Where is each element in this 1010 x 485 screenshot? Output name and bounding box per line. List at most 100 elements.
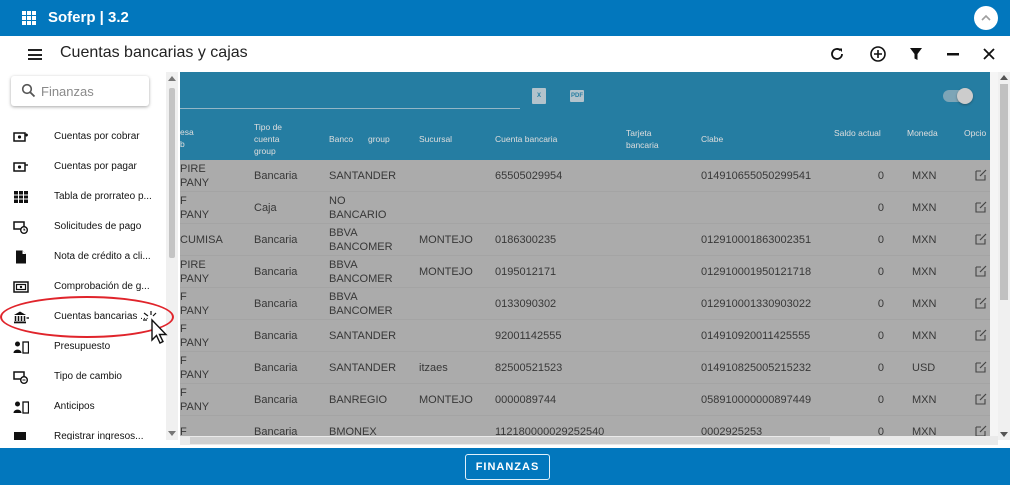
edit-icon[interactable] — [975, 233, 987, 245]
cell-cuenta: 65505029954 — [495, 170, 563, 182]
edit-icon[interactable] — [975, 265, 987, 277]
cell-clabe: 014910920011425555 — [701, 330, 811, 342]
cell-moneda: MXN — [912, 234, 937, 246]
cell-clabe: 012910001330903022 — [701, 298, 812, 310]
mouse-cursor-icon — [143, 311, 168, 344]
edit-icon[interactable] — [975, 329, 987, 341]
table-search-underline[interactable] — [180, 108, 520, 109]
apps-grid-icon[interactable] — [22, 11, 36, 25]
excel-export-icon[interactable]: X — [532, 88, 546, 104]
add-circle-icon[interactable] — [867, 43, 889, 65]
sidebar-item-tipo-cambio[interactable]: Tipo de cambio — [0, 362, 170, 392]
scroll-up-arrow-icon[interactable] — [1000, 75, 1008, 80]
cell-tipo: Bancaria — [254, 266, 298, 278]
search-icon — [21, 83, 36, 98]
document-icon — [16, 250, 26, 264]
cell-moneda: USD — [912, 362, 936, 374]
sidebar-item-cuentas-por-cobrar[interactable]: Cuentas por cobrar — [0, 122, 170, 152]
col-opciones[interactable]: Opcio — [964, 127, 986, 139]
table-horizontal-scrollbar[interactable] — [180, 436, 998, 445]
cell-banco: SANTANDER — [329, 170, 397, 182]
search-input[interactable] — [41, 82, 145, 100]
sidebar-item-label: Tabla de prorrateo p... — [54, 191, 152, 202]
scroll-up-arrow-icon[interactable] — [168, 76, 176, 81]
page-title: Cuentas bancarias y cajas — [60, 44, 248, 61]
budget-icon — [13, 341, 29, 354]
cell-empresa: PIRE PANY — [180, 163, 210, 189]
cell-banco: BBVA BANCOMER — [329, 227, 393, 253]
sidebar-item-tabla-prorrateo[interactable]: Tabla de prorrateo p... — [0, 182, 170, 212]
scroll-down-arrow-icon[interactable] — [1000, 432, 1008, 437]
sidebar-item-registrar-ingresos[interactable]: Registrar ingresos... — [0, 422, 170, 440]
sidebar-item-solicitudes-pago[interactable]: Solicitudes de pago — [0, 212, 170, 242]
table-row[interactable]: PIRE PANY Bancaria SANTANDER 65505029954 014… — [180, 160, 990, 192]
cell-cuenta: 82500521523 — [495, 362, 563, 374]
table-row[interactable]: PIRE PANY Bancaria BBVA BANCOMER MONTEJO 019… — [180, 256, 990, 288]
cell-banco: SANTANDER — [329, 330, 397, 342]
sidebar-item-anticipos[interactable]: Anticipos — [0, 392, 170, 422]
col-banco[interactable]: Banco — [329, 133, 353, 145]
sidebar: Cuentas por cobrar Cuentas por pagar Tab… — [0, 72, 178, 440]
cell-empresa: CUMISA — [180, 234, 223, 246]
col-tarjeta-bancaria[interactable]: Tarjeta bancaria — [626, 127, 659, 151]
cell-cuenta: 92001142555 — [495, 330, 562, 342]
vertical-scroll-thumb[interactable] — [1000, 84, 1008, 300]
col-group[interactable]: group — [368, 133, 390, 145]
cell-moneda: MXN — [912, 170, 937, 182]
sidebar-item-label: Cuentas por pagar — [54, 161, 137, 172]
cell-saldo: 0 — [877, 234, 884, 246]
col-saldo-actual[interactable]: Saldo actual — [834, 127, 881, 139]
cell-banco: BANREGIO — [329, 394, 388, 406]
chevron-up-icon — [981, 14, 991, 21]
cell-banco: BBVA BANCOMER — [329, 291, 393, 317]
col-empresa[interactable]: esa b — [180, 126, 220, 150]
sidebar-item-label: Cuentas por cobrar — [54, 131, 140, 142]
cell-moneda: MXN — [912, 298, 937, 310]
cell-empresa: F PANY — [180, 355, 210, 381]
table-vertical-scrollbar[interactable] — [998, 72, 1010, 440]
cell-cuenta: 0186300235 — [495, 234, 557, 246]
table-row[interactable]: F PANY Bancaria SANTANDER 92001142555 014910… — [180, 320, 990, 352]
col-cuenta-bancaria[interactable]: Cuenta bancaria — [495, 133, 557, 145]
edit-icon[interactable] — [975, 297, 987, 309]
register-income-icon — [14, 432, 26, 440]
close-icon[interactable] — [978, 43, 1000, 65]
sidebar-item-label: Registrar ingresos... — [54, 431, 144, 440]
col-sucursal[interactable]: Sucursal — [419, 133, 452, 145]
edit-icon[interactable] — [975, 169, 987, 181]
hamburger-menu-icon[interactable] — [28, 49, 42, 60]
cell-tipo: Bancaria — [254, 394, 298, 406]
sidebar-scrollbar[interactable] — [166, 72, 178, 440]
table-row[interactable]: F PANY Bancaria SANTANDER itzaes 82500521523… — [180, 352, 990, 384]
sidebar-item-label: Presupuesto — [54, 341, 111, 352]
pdf-export-icon[interactable]: PDF — [570, 90, 584, 102]
col-tipo-cuenta[interactable]: Tipo de cuenta group — [254, 121, 282, 157]
filter-icon[interactable] — [905, 43, 927, 65]
finanzas-button[interactable]: FINANZAS — [465, 454, 550, 480]
table-row[interactable]: F PANY Caja NO BANCARIO 0 MXN — [180, 192, 990, 224]
table-row[interactable]: F PANY Bancaria BBVA BANCOMER 0133090302 012… — [180, 288, 990, 320]
horizontal-scroll-thumb[interactable] — [190, 437, 830, 444]
sidebar-item-label: Nota de crédito a cli... — [54, 251, 151, 262]
scroll-down-arrow-icon[interactable] — [168, 431, 176, 436]
toggle-knob — [957, 88, 973, 104]
advance-icon — [13, 401, 29, 414]
edit-icon[interactable] — [975, 393, 987, 405]
edit-icon[interactable] — [975, 361, 987, 373]
table-row[interactable]: F PANY Bancaria BANREGIO MONTEJO 0000089744 0… — [180, 384, 990, 416]
table-row[interactable]: CUMISA Bancaria BBVA BANCOMER MONTEJO 018630… — [180, 224, 990, 256]
refresh-icon[interactable] — [826, 43, 848, 65]
cell-sucursal: itzaes — [419, 362, 448, 374]
col-clabe[interactable]: Clabe — [701, 133, 723, 145]
sidebar-item-nota-credito[interactable]: Nota de crédito a cli... — [0, 242, 170, 272]
cell-sucursal: MONTEJO — [419, 266, 473, 278]
view-toggle[interactable] — [943, 88, 973, 104]
col-moneda[interactable]: Moneda — [907, 127, 938, 139]
minimize-icon[interactable] — [942, 43, 964, 65]
sidebar-item-cuentas-por-pagar[interactable]: Cuentas por pagar — [0, 152, 170, 182]
money-in-icon — [13, 132, 28, 142]
edit-icon[interactable] — [975, 201, 987, 213]
cell-tipo: Bancaria — [254, 330, 298, 342]
sidebar-scroll-thumb[interactable] — [169, 88, 175, 258]
user-avatar[interactable] — [974, 6, 998, 30]
